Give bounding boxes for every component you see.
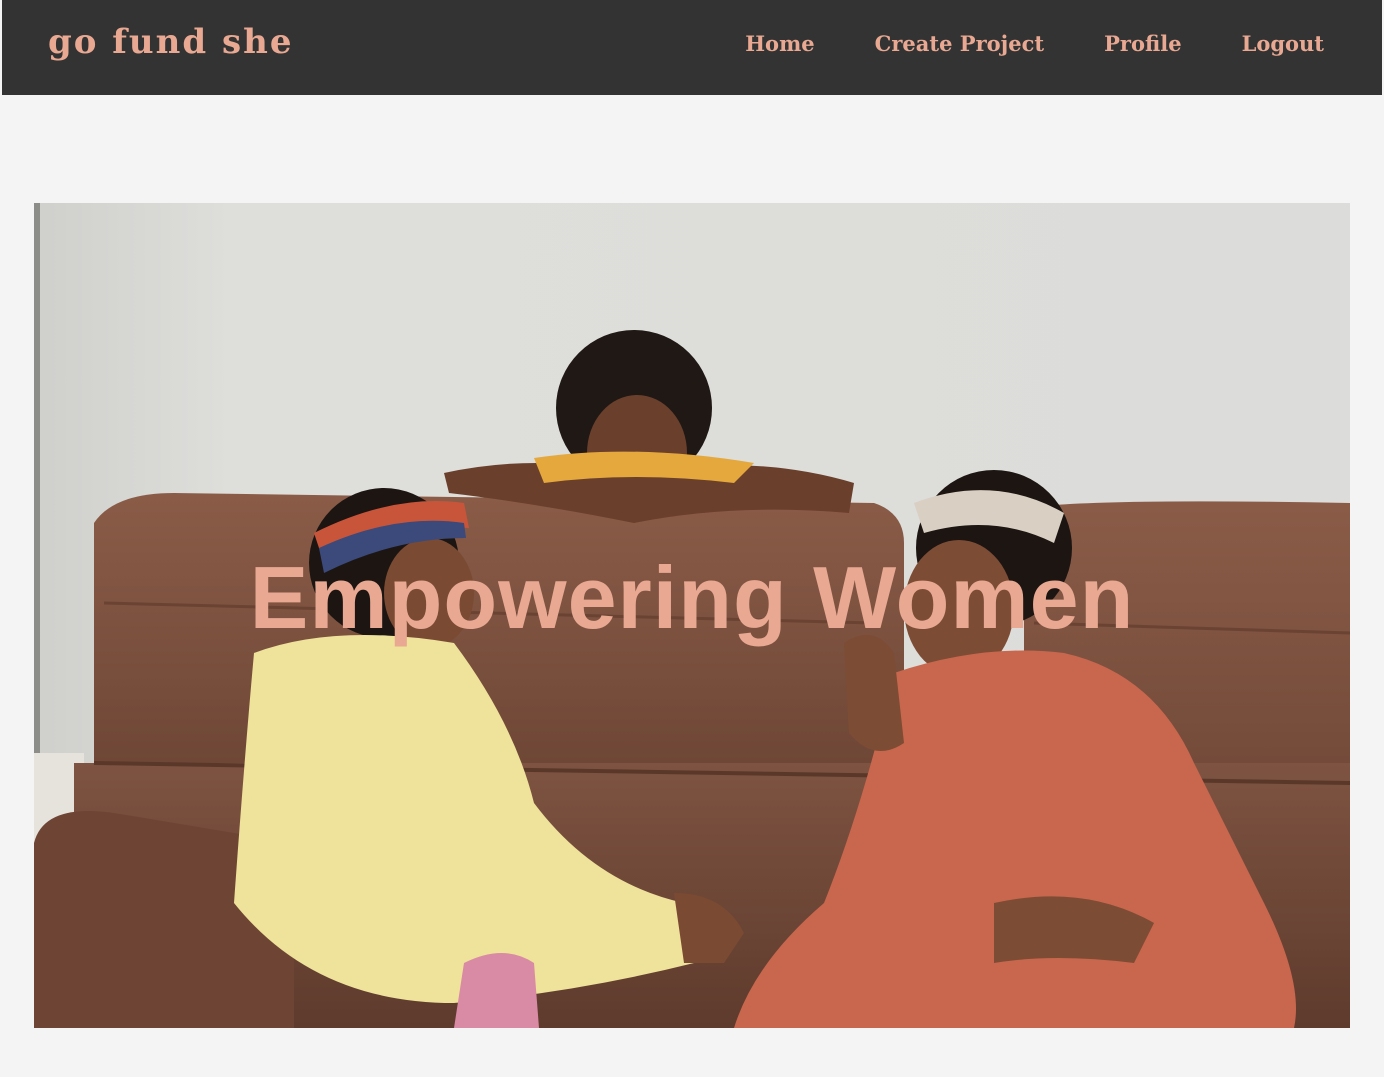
hero-banner: Empowering Women — [34, 203, 1350, 1028]
nav-logout-link[interactable]: Logout — [1242, 28, 1324, 60]
nav-profile-link[interactable]: Profile — [1104, 28, 1181, 60]
nav-create-project-link[interactable]: Create Project — [875, 28, 1044, 60]
navbar: go fund she Home Create Project Profile … — [2, 0, 1382, 95]
nav-home-link[interactable]: Home — [745, 28, 814, 60]
brand-logo[interactable]: go fund she — [48, 18, 293, 66]
hero-title: Empowering Women — [249, 548, 1135, 647]
nav-links: Home Create Project Profile Logout — [745, 28, 1324, 60]
